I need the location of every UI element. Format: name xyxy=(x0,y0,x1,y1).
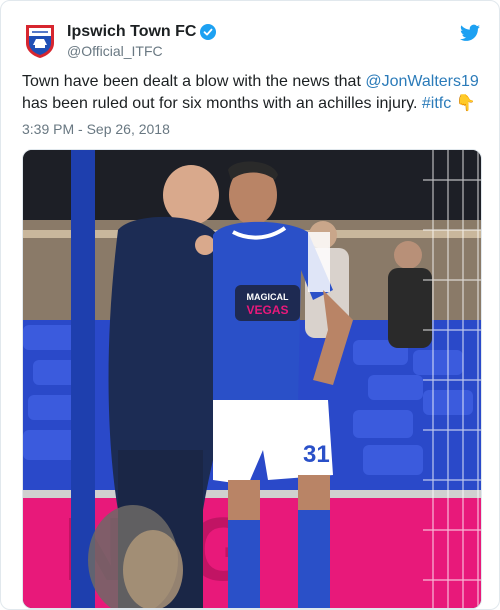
tweet-photo[interactable]: NEG xyxy=(22,149,482,609)
pointing-down-emoji: 👇 xyxy=(455,95,476,112)
tweet-card: Ipswich Town FC @Official_ITFC Town have… xyxy=(0,0,500,610)
display-name[interactable]: Ipswich Town FC xyxy=(67,23,196,41)
mention-link[interactable]: @JonWalters19 xyxy=(365,73,478,90)
timestamp-link[interactable]: 3:39 PM - Sep 26, 2018 xyxy=(22,121,170,137)
sponsor-text-line2: VEGAS xyxy=(246,303,288,317)
sponsor-text-line1: MAGICAL xyxy=(247,292,289,302)
club-crest-icon[interactable] xyxy=(22,23,58,59)
tweet-text-part: has been ruled out for six months with a… xyxy=(22,95,422,112)
shorts-number: 31 xyxy=(303,441,330,468)
tweet-text-part: Town have been dealt a blow with the new… xyxy=(22,73,366,90)
photo-scene: NEG xyxy=(23,150,481,608)
verified-badge-icon xyxy=(200,24,217,40)
tweet-text: Town have been dealt a blow with the new… xyxy=(22,71,484,115)
author-name-row[interactable]: Ipswich Town FC xyxy=(67,23,217,41)
twitter-bird-icon[interactable] xyxy=(460,23,480,43)
user-handle[interactable]: @Official_ITFC xyxy=(67,43,163,59)
hashtag-link[interactable]: #itfc xyxy=(422,95,451,112)
